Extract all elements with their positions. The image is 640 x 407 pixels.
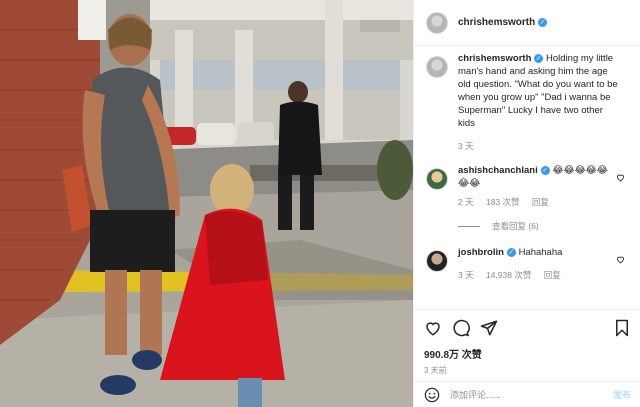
commenter-avatar[interactable] bbox=[426, 250, 448, 272]
verified-badge-icon: ✓ bbox=[538, 17, 548, 27]
reply-button[interactable]: 回复 bbox=[532, 197, 549, 207]
bookmark-icon[interactable] bbox=[613, 319, 631, 337]
verified-badge-icon: ✓ bbox=[534, 53, 544, 63]
author-username-text[interactable]: chrishemsworth bbox=[458, 17, 535, 28]
comment-likes[interactable]: 183 次赞 bbox=[486, 197, 520, 207]
author-avatar[interactable] bbox=[426, 11, 448, 34]
view-replies-label[interactable]: 查看回复 (6) bbox=[492, 220, 539, 232]
comment-time[interactable]: 3 天 bbox=[458, 270, 474, 280]
likes-count[interactable]: 990.8万 次赞 bbox=[424, 346, 631, 361]
verified-badge-icon: ✓ bbox=[506, 247, 516, 257]
share-icon[interactable] bbox=[480, 319, 498, 337]
caption-time[interactable]: 3 天 bbox=[458, 141, 474, 151]
caption-body: Holding my little man's hand and asking … bbox=[458, 53, 618, 129]
add-comment-bar: 发布 bbox=[414, 381, 640, 407]
comment-meta: 3 天 14,938 次赞 回复 bbox=[458, 269, 618, 281]
comment-item: joshbrolin ✓ Hahahaha 3 天 14,938 次赞 回复 bbox=[414, 246, 640, 281]
comment-text: joshbrolin ✓ Hahahaha bbox=[458, 246, 618, 259]
post-actions: 990.8万 次赞 3 天前 bbox=[414, 309, 640, 376]
caption-username[interactable]: chrishemsworth bbox=[458, 53, 531, 64]
comment-likes[interactable]: 14,938 次赞 bbox=[486, 270, 531, 280]
comment-like-heart-icon[interactable] bbox=[616, 173, 625, 182]
caption-avatar[interactable] bbox=[426, 56, 448, 78]
comment-body: Hahahaha bbox=[518, 247, 563, 258]
verified-badge-icon: ✓ bbox=[540, 165, 550, 175]
post-header: chrishemsworth ✓ bbox=[414, 0, 640, 46]
comments-list[interactable]: chrishemsworth ✓ Holding my little man's … bbox=[414, 52, 640, 305]
comment-item: ashishchanchlani ✓ 😂😂😂😂😂😂😂 2 天 183 次赞 回复 … bbox=[414, 164, 640, 232]
comment-text: ashishchanchlani ✓ 😂😂😂😂😂😂😂 bbox=[458, 164, 618, 190]
comment-like-heart-icon[interactable] bbox=[616, 255, 625, 264]
caption-text: chrishemsworth ✓ Holding my little man's … bbox=[458, 52, 618, 130]
post-time[interactable]: 3 天前 bbox=[424, 365, 631, 376]
action-icons bbox=[424, 318, 631, 338]
post-photo[interactable] bbox=[0, 0, 413, 407]
comment-icon[interactable] bbox=[452, 319, 470, 337]
comment-time[interactable]: 2 天 bbox=[458, 197, 474, 207]
post-side-panel: chrishemsworth ✓ chrishemsworth ✓ Holding … bbox=[413, 0, 640, 407]
post-comment-button[interactable]: 发布 bbox=[613, 388, 631, 401]
author-username[interactable]: chrishemsworth ✓ bbox=[458, 17, 548, 28]
caption-entry: chrishemsworth ✓ Holding my little man's … bbox=[414, 52, 640, 152]
reply-button[interactable]: 回复 bbox=[544, 270, 561, 280]
caption-meta: 3 天 bbox=[458, 140, 618, 152]
post-photo-illustration bbox=[0, 0, 413, 407]
heart-icon[interactable] bbox=[424, 319, 442, 337]
commenter-username[interactable]: joshbrolin bbox=[458, 247, 504, 258]
replies-divider bbox=[458, 225, 480, 227]
commenter-avatar[interactable] bbox=[426, 168, 448, 190]
comment-input[interactable] bbox=[450, 389, 590, 400]
view-replies-button[interactable]: 查看回复 (6) bbox=[458, 220, 618, 232]
commenter-username[interactable]: ashishchanchlani bbox=[458, 165, 538, 176]
comment-meta: 2 天 183 次赞 回复 bbox=[458, 196, 618, 208]
emoji-icon[interactable] bbox=[424, 387, 440, 403]
